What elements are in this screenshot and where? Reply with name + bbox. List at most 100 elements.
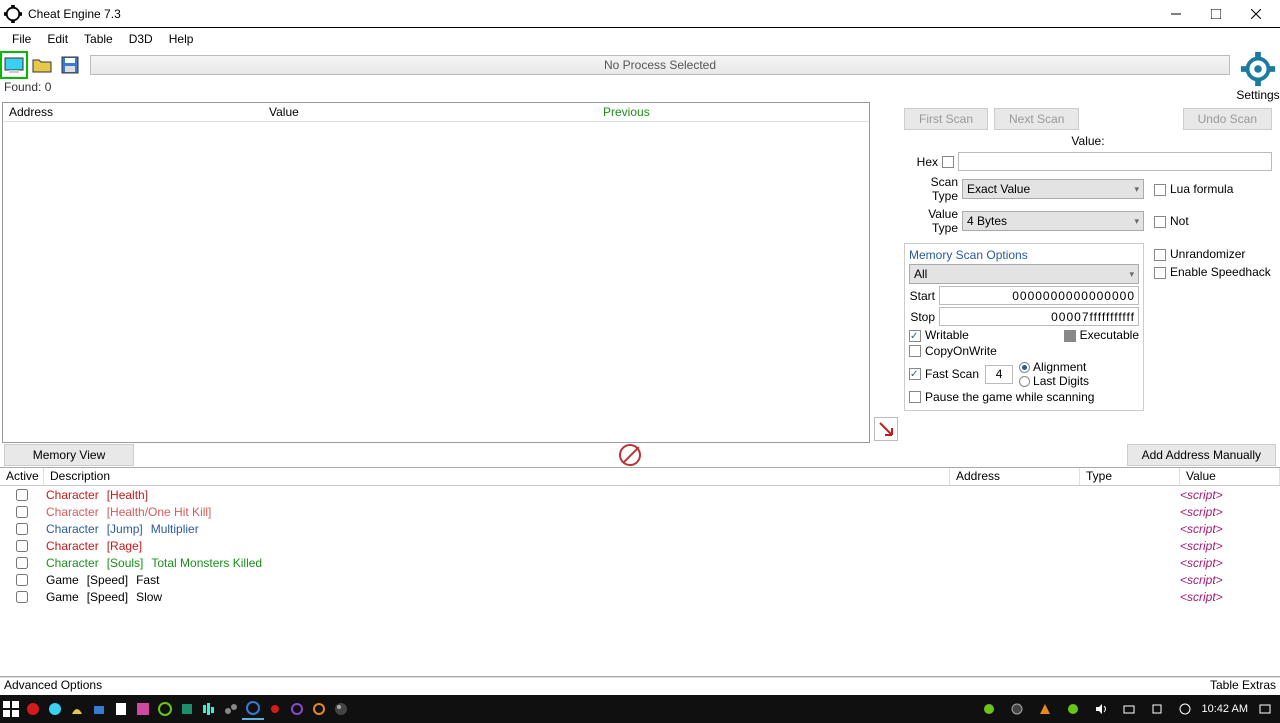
table-row[interactable]: Character[Souls]Total Monsters Killed<sc… — [0, 554, 1280, 571]
value-input[interactable] — [958, 152, 1272, 171]
clear-list-button[interactable] — [619, 444, 641, 466]
start-input[interactable] — [939, 286, 1139, 305]
taskbar-app-icon[interactable] — [198, 698, 220, 720]
copyonwrite-label: CopyOnWrite — [925, 344, 997, 358]
row-active-checkbox[interactable] — [16, 540, 28, 552]
close-button[interactable] — [1236, 0, 1276, 28]
maximize-button[interactable] — [1196, 0, 1236, 28]
th-type[interactable]: Type — [1080, 468, 1180, 485]
process-label: No Process Selected — [604, 58, 716, 72]
notifications-icon[interactable] — [1254, 698, 1276, 720]
pause-label: Pause the game while scanning — [925, 390, 1094, 404]
taskbar-app-icon[interactable] — [264, 698, 286, 720]
memory-view-button[interactable]: Memory View — [4, 444, 134, 466]
memory-scan-options: Memory Scan Options All▾ Start Stop Writ… — [904, 243, 1144, 411]
tray-icon[interactable] — [1006, 698, 1028, 720]
taskbar-app-icon[interactable] — [44, 698, 66, 720]
taskbar-app-icon[interactable] — [22, 698, 44, 720]
taskbar-app-icon[interactable] — [220, 698, 242, 720]
row-active-checkbox[interactable] — [16, 489, 28, 501]
taskbar-app-icon[interactable] — [66, 698, 88, 720]
hex-checkbox[interactable] — [942, 156, 954, 168]
mso-region-select[interactable]: All▾ — [909, 264, 1139, 284]
menu-edit[interactable]: Edit — [39, 30, 76, 48]
tray-network-icon[interactable] — [1118, 698, 1140, 720]
tray-icon[interactable] — [1034, 698, 1056, 720]
tray-icon[interactable] — [1146, 698, 1168, 720]
table-extras-button[interactable]: Table Extras — [1210, 678, 1276, 695]
th-active[interactable]: Active — [0, 468, 44, 485]
add-address-button[interactable]: Add Address Manually — [1127, 444, 1276, 466]
taskbar-app-icon[interactable] — [286, 698, 308, 720]
start-button[interactable] — [0, 698, 22, 720]
menu-file[interactable]: File — [4, 30, 39, 48]
open-file-button[interactable] — [28, 51, 56, 79]
process-bar[interactable]: No Process Selected — [90, 55, 1230, 75]
expand-arrow-button[interactable] — [874, 417, 898, 441]
table-row[interactable]: Game[Speed]Fast<script> — [0, 571, 1280, 588]
hex-label: Hex — [904, 155, 942, 169]
row-active-checkbox[interactable] — [16, 506, 28, 518]
table-header: Active Description Address Type Value — [0, 468, 1280, 486]
window-title: Cheat Engine 7.3 — [28, 7, 1156, 21]
cheat-table: Active Description Address Type Value Ch… — [0, 467, 1280, 677]
last-digits-radio[interactable] — [1019, 376, 1030, 387]
tray-icon[interactable] — [1174, 698, 1196, 720]
table-row[interactable]: Game[Speed]Slow<script> — [0, 588, 1280, 605]
th-description[interactable]: Description — [44, 468, 950, 485]
settings-button[interactable]: Settings — [1236, 50, 1280, 102]
row-value: <script> — [1180, 573, 1280, 587]
row-active-checkbox[interactable] — [16, 523, 28, 535]
taskbar-app-icon[interactable] — [176, 698, 198, 720]
start-label: Start — [909, 289, 939, 303]
row-description: Character[Jump]Multiplier — [44, 522, 950, 536]
taskbar-app-icon[interactable] — [308, 698, 330, 720]
table-row[interactable]: Character[Health/One Hit Kill]<script> — [0, 503, 1280, 520]
scan-results-list[interactable]: Address Value Previous — [2, 102, 870, 443]
fast-scan-checkbox[interactable] — [909, 368, 921, 380]
menu-help[interactable]: Help — [161, 30, 202, 48]
taskbar-app-icon[interactable] — [330, 698, 352, 720]
writable-checkbox[interactable] — [909, 330, 921, 342]
table-row[interactable]: Character[Jump]Multiplier<script> — [0, 520, 1280, 537]
tray-volume-icon[interactable] — [1090, 698, 1112, 720]
minimize-button[interactable] — [1156, 0, 1196, 28]
stop-input[interactable] — [939, 307, 1139, 326]
clock[interactable]: 10:42 AM — [1202, 703, 1248, 715]
table-row[interactable]: Character[Health]<script> — [0, 486, 1280, 503]
select-process-button[interactable] — [0, 51, 28, 79]
th-value[interactable]: Value — [1180, 468, 1280, 485]
not-checkbox[interactable] — [1154, 216, 1166, 228]
save-button[interactable] — [56, 51, 84, 79]
enable-speedhack-checkbox[interactable] — [1154, 267, 1166, 279]
taskbar-app-icon[interactable] — [132, 698, 154, 720]
row-active-checkbox[interactable] — [16, 574, 28, 586]
tray-icon[interactable] — [978, 698, 1000, 720]
copyonwrite-checkbox[interactable] — [909, 345, 921, 357]
menu-table[interactable]: Table — [76, 30, 121, 48]
next-scan-button[interactable]: Next Scan — [994, 108, 1079, 130]
gear-icon — [1239, 50, 1277, 88]
menu-d3d[interactable]: D3D — [121, 30, 161, 48]
taskbar-app-icon[interactable] — [242, 698, 264, 720]
table-row[interactable]: Character[Rage]<script> — [0, 537, 1280, 554]
fast-scan-input[interactable] — [985, 365, 1013, 384]
taskbar-app-icon[interactable] — [154, 698, 176, 720]
taskbar-app-icon[interactable] — [88, 698, 110, 720]
alignment-radio[interactable] — [1019, 362, 1030, 373]
taskbar-app-icon[interactable] — [110, 698, 132, 720]
value-type-select[interactable]: 4 Bytes▾ — [962, 211, 1144, 231]
executable-checkbox[interactable] — [1064, 330, 1076, 342]
lua-formula-checkbox[interactable] — [1154, 184, 1166, 196]
undo-scan-button[interactable]: Undo Scan — [1183, 108, 1272, 130]
unrandomizer-checkbox[interactable] — [1154, 249, 1166, 261]
tray-icon[interactable] — [1062, 698, 1084, 720]
advanced-options-button[interactable]: Advanced Options — [4, 678, 102, 695]
first-scan-button[interactable]: First Scan — [904, 108, 988, 130]
settings-label: Settings — [1236, 88, 1279, 102]
th-address[interactable]: Address — [950, 468, 1080, 485]
row-active-checkbox[interactable] — [16, 557, 28, 569]
scan-type-select[interactable]: Exact Value▾ — [962, 179, 1144, 199]
pause-checkbox[interactable] — [909, 391, 921, 403]
row-active-checkbox[interactable] — [16, 591, 28, 603]
